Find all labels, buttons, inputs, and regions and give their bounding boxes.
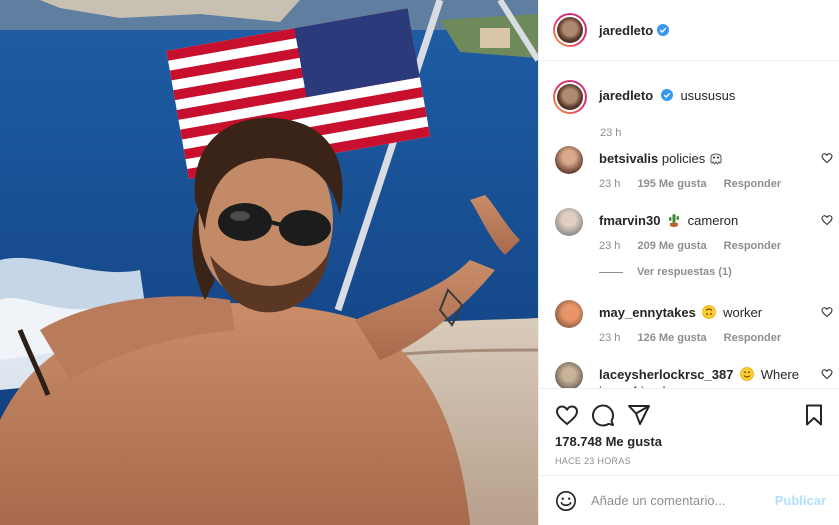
upside-down-face-emoji: [702, 305, 717, 319]
comment-meta: 23 h 126 Me gusta Responder: [599, 332, 781, 344]
comment-meta: 23 h 209 Me gusta Responder: [599, 240, 781, 252]
commenter-avatar[interactable]: [555, 146, 583, 174]
smiling-face-emoji: [740, 367, 754, 381]
comment-time[interactable]: 23 h: [599, 178, 620, 190]
comment-body: betsivalis policies: [599, 150, 799, 167]
commenter-avatar[interactable]: [555, 300, 583, 328]
heart-icon[interactable]: [555, 403, 579, 427]
comments-list[interactable]: jaredleto usususus 23 h betsivalis polic…: [539, 62, 839, 388]
comment-likes[interactable]: 126 Me gusta: [637, 332, 706, 344]
heart-icon[interactable]: [821, 368, 833, 380]
author-avatar[interactable]: [553, 13, 587, 47]
commenter-username[interactable]: betsivalis: [599, 151, 658, 166]
comment-likes[interactable]: 209 Me gusta: [637, 240, 706, 252]
add-comment-bar: Publicar: [539, 475, 839, 525]
comment-text: worker: [723, 305, 763, 320]
post-photo[interactable]: [0, 0, 538, 525]
comment-time[interactable]: 23 h: [599, 332, 620, 344]
verified-badge-icon: [660, 89, 673, 101]
caption-text: jaredleto usususus: [599, 80, 735, 103]
commenter-avatar[interactable]: [555, 362, 583, 388]
comment-body: laceysherlockrsc_387 Where is my friends: [599, 366, 799, 388]
comment-time[interactable]: 23 h: [599, 240, 620, 252]
bookmark-icon[interactable]: [802, 403, 826, 427]
commenter-username[interactable]: fmarvin30: [599, 213, 660, 228]
cactus-emoji: [669, 214, 680, 227]
heart-icon[interactable]: [821, 152, 833, 164]
likes-count[interactable]: 178.748 Me gusta: [555, 434, 662, 449]
emoji-smile-icon[interactable]: [555, 490, 577, 512]
comment-body: may_ennytakes worker: [599, 304, 799, 321]
author-username[interactable]: jaredleto: [599, 23, 653, 38]
reply-button[interactable]: Responder: [724, 178, 781, 190]
post-header: jaredleto: [539, 0, 839, 61]
commenter-username[interactable]: laceysherlockrsc_387: [599, 367, 733, 382]
caption-body: usususus: [680, 88, 736, 103]
verified-badge-icon: [657, 24, 670, 36]
instagram-post: jaredleto jaredleto usususus 23 h betsiv…: [0, 0, 839, 525]
comment-text: cameron: [687, 213, 739, 228]
post-timestamp[interactable]: HACE 23 HORAS: [555, 456, 631, 466]
ghost-emoji: [710, 153, 722, 165]
comment-text: policies: [661, 151, 706, 166]
comment-icon[interactable]: [591, 403, 615, 427]
view-replies-button[interactable]: Ver respuestas (1): [599, 266, 732, 278]
heart-icon[interactable]: [821, 214, 833, 226]
commenter-username[interactable]: may_ennytakes: [599, 305, 696, 320]
comment-likes[interactable]: 195 Me gusta: [637, 178, 706, 190]
replies-divider: [599, 271, 623, 273]
post-actions: 178.748 Me gusta HACE 23 HORAS: [539, 388, 839, 484]
comment-body: fmarvin30 cameron: [599, 212, 799, 229]
share-icon[interactable]: [627, 403, 651, 427]
reply-button[interactable]: Responder: [724, 240, 781, 252]
caption-author-avatar[interactable]: [553, 80, 587, 114]
commenter-avatar[interactable]: [555, 208, 583, 236]
post-sidebar: jaredleto jaredleto usususus 23 h betsiv…: [538, 0, 839, 525]
photo-illustration: [0, 0, 538, 525]
heart-icon[interactable]: [821, 306, 833, 318]
post-caption: jaredleto usususus 23 h: [553, 80, 833, 139]
comment-meta: 23 h 195 Me gusta Responder: [599, 178, 781, 190]
publish-button[interactable]: Publicar: [775, 493, 826, 508]
caption-time[interactable]: 23 h: [600, 127, 621, 139]
comment-input[interactable]: [591, 493, 771, 508]
reply-button[interactable]: Responder: [724, 332, 781, 344]
caption-author-username[interactable]: jaredleto: [599, 88, 653, 103]
view-replies-label: Ver respuestas (1): [637, 266, 732, 278]
